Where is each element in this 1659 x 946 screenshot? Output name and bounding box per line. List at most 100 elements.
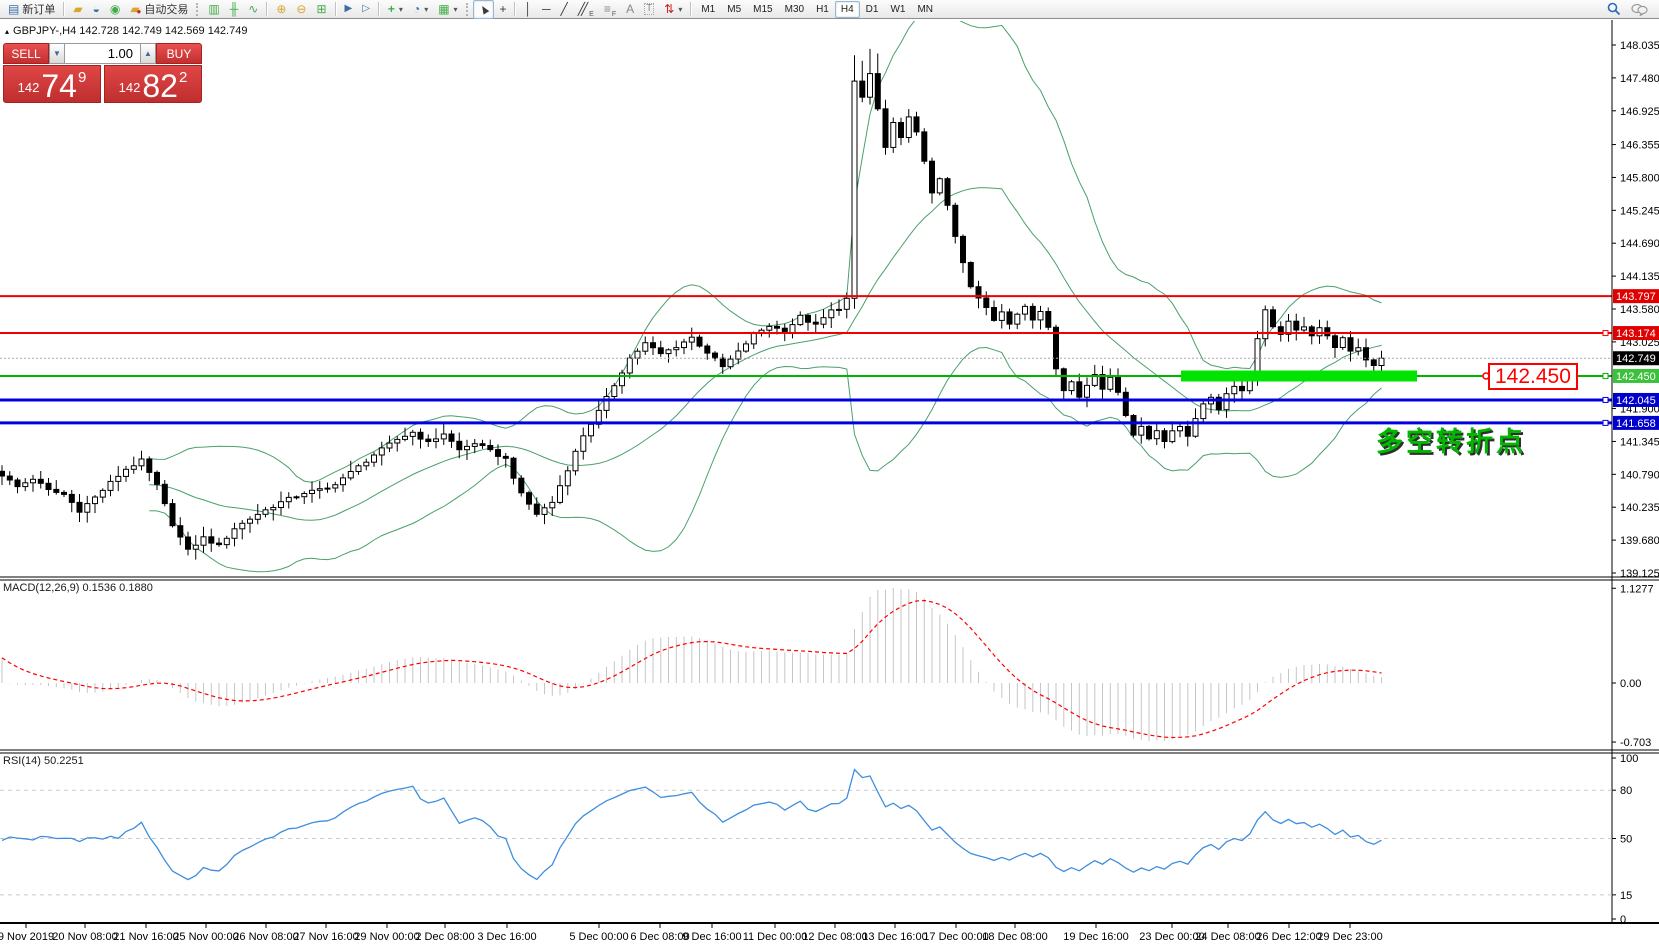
line-chart-icon: ∿: [248, 3, 258, 15]
chart-canvas[interactable]: 148.035147.480146.925146.355145.800145.2…: [0, 0, 1659, 946]
metaeditor-button[interactable]: ◒: [88, 0, 105, 19]
signals-button[interactable]: ◉: [105, 0, 125, 19]
tab-timeframe-h1[interactable]: H1: [810, 1, 835, 18]
chart-shift-button[interactable]: ▷: [357, 0, 375, 19]
templates-button[interactable]: ▦ ▾: [433, 0, 462, 19]
turning-point-annotation[interactable]: 多空转折点: [1376, 420, 1526, 459]
text-icon: A: [626, 3, 634, 15]
label-icon: T: [644, 3, 654, 15]
volume-input[interactable]: 1.00: [65, 43, 140, 64]
channel-sub-label: E: [589, 11, 594, 18]
zoom-out-icon: ⊖: [296, 3, 306, 15]
bar-chart-icon: ▥: [208, 3, 219, 15]
svg-text:29 Nov 00:00: 29 Nov 00:00: [354, 931, 419, 943]
channel-tool-button[interactable]: ╱╱ E: [573, 0, 599, 19]
trendline-tool-button[interactable]: ╱: [555, 0, 572, 19]
svg-text:142.450: 142.450: [1616, 371, 1656, 383]
indicators-button[interactable]: + ▾: [383, 0, 408, 19]
sell-price-button[interactable]: 142 74 9: [3, 65, 101, 103]
tab-timeframe-m5[interactable]: M5: [721, 1, 747, 18]
gold-bar-icon: ▰: [73, 3, 82, 15]
svg-text:-0.703: -0.703: [1620, 737, 1651, 749]
signals-icon: ◉: [110, 3, 120, 15]
fibonacci-tool-button[interactable]: ≡ F: [599, 0, 621, 19]
fibonacci-sub-label: F: [612, 11, 616, 18]
svg-text:26 Nov 08:00: 26 Nov 08:00: [233, 931, 298, 943]
svg-text:17 Dec 00:00: 17 Dec 00:00: [923, 931, 988, 943]
sell-button[interactable]: SELL: [3, 43, 49, 64]
search-icon[interactable]: [1607, 2, 1621, 16]
zoom-in-button[interactable]: ⊕: [271, 0, 291, 19]
svg-text:12 Dec 08:00: 12 Dec 08:00: [802, 931, 867, 943]
price-level-label-box[interactable]: 142.450: [1488, 363, 1578, 390]
svg-text:26 Dec 12:00: 26 Dec 12:00: [1256, 931, 1321, 943]
autotrading-button[interactable]: ▰ ● 自动交易: [125, 0, 193, 19]
toolbar-separator: [690, 2, 692, 16]
svg-text:3 Dec 16:00: 3 Dec 16:00: [477, 931, 536, 943]
svg-text:1.1277: 1.1277: [1620, 583, 1654, 595]
label-tool-button[interactable]: T: [639, 0, 659, 19]
horizontal-line-tool-button[interactable]: ─: [537, 0, 556, 19]
trendline-icon: ╱: [560, 3, 567, 15]
svg-text:148.035: 148.035: [1620, 40, 1659, 52]
chart-shift-icon: ▷: [362, 4, 370, 14]
line-chart-button[interactable]: ∿: [243, 0, 263, 19]
fibonacci-icon: ≡: [604, 3, 611, 15]
buy-button[interactable]: BUY: [156, 43, 202, 64]
zoom-out-button[interactable]: ⊖: [291, 0, 311, 19]
svg-text:146.925: 146.925: [1620, 106, 1659, 118]
main-toolbar: ▤ 新订单 ▰ ◒ ◉ ▰ ● 自动交易 ▥ ╫ ∿ ⊕ ⊖ ⊞ ▶ ▷ +: [0, 0, 1659, 19]
svg-text:15: 15: [1620, 890, 1632, 902]
svg-text:142.045: 142.045: [1616, 395, 1656, 407]
svg-text:145.800: 145.800: [1620, 172, 1659, 184]
candlestick-chart-icon: ╫: [230, 3, 239, 15]
crosshair-tool-button[interactable]: +: [494, 0, 511, 19]
svg-text:143.174: 143.174: [1616, 328, 1656, 340]
text-tool-button[interactable]: A: [621, 0, 639, 19]
chat-icon[interactable]: [1631, 3, 1648, 16]
tab-timeframe-m30[interactable]: M30: [779, 1, 810, 18]
svg-text:143.797: 143.797: [1616, 291, 1656, 303]
periods-button[interactable]: ◔ ▾: [408, 0, 433, 19]
svg-text:6 Dec 08:00: 6 Dec 08:00: [630, 931, 689, 943]
toolbar-right-icons: [1607, 2, 1656, 16]
svg-text:13 Dec 16:00: 13 Dec 16:00: [862, 931, 927, 943]
svg-text:5 Dec 00:00: 5 Dec 00:00: [569, 931, 628, 943]
buy-price-button[interactable]: 142 82 2: [104, 65, 202, 103]
svg-text:0.00: 0.00: [1620, 678, 1641, 690]
order-panel-prices: 142 74 9 142 82 2: [3, 65, 202, 103]
tab-timeframe-d1[interactable]: D1: [860, 1, 885, 18]
svg-text:27 Nov 16:00: 27 Nov 16:00: [293, 931, 358, 943]
bar-chart-button[interactable]: ▥: [203, 0, 224, 19]
toolbar-grip: [196, 3, 200, 16]
svg-text:141.658: 141.658: [1616, 418, 1656, 430]
auto-scroll-button[interactable]: ▶: [340, 0, 358, 19]
sell-price-sup: 9: [78, 69, 86, 86]
clock-icon: ◔: [413, 3, 420, 15]
new-order-button[interactable]: ▤ 新订单: [3, 0, 60, 19]
tab-timeframe-mn[interactable]: MN: [911, 1, 939, 18]
svg-text:140.790: 140.790: [1620, 469, 1659, 481]
svg-text:146.355: 146.355: [1620, 140, 1659, 152]
tab-timeframe-m1[interactable]: M1: [695, 1, 721, 18]
add-indicator-icon: +: [388, 3, 395, 15]
svg-text:143.580: 143.580: [1620, 304, 1659, 316]
arrows-tool-button[interactable]: ⇅ ▾: [659, 0, 687, 19]
volume-increase-button[interactable]: ▲: [140, 43, 156, 64]
svg-text:2 Dec 08:00: 2 Dec 08:00: [415, 931, 474, 943]
tab-timeframe-h4[interactable]: H4: [835, 1, 860, 18]
volume-decrease-button[interactable]: ▼: [49, 43, 65, 64]
tab-timeframe-w1[interactable]: W1: [884, 1, 911, 18]
svg-text:141.345: 141.345: [1620, 436, 1659, 448]
svg-text:147.480: 147.480: [1620, 73, 1659, 85]
tile-windows-icon: ⊞: [316, 3, 326, 15]
vertical-line-tool-button[interactable]: │: [519, 0, 537, 19]
gold-bar-button[interactable]: ▰: [68, 0, 87, 19]
candlestick-chart-button[interactable]: ╫: [225, 0, 244, 19]
new-order-icon: ▤: [8, 3, 19, 15]
vertical-line-icon: │: [524, 3, 532, 15]
tile-windows-button[interactable]: ⊞: [311, 0, 331, 19]
cursor-tool-button[interactable]: ▲: [473, 0, 495, 19]
chevron-down-icon: ▾: [399, 5, 403, 14]
tab-timeframe-m15[interactable]: M15: [747, 1, 778, 18]
